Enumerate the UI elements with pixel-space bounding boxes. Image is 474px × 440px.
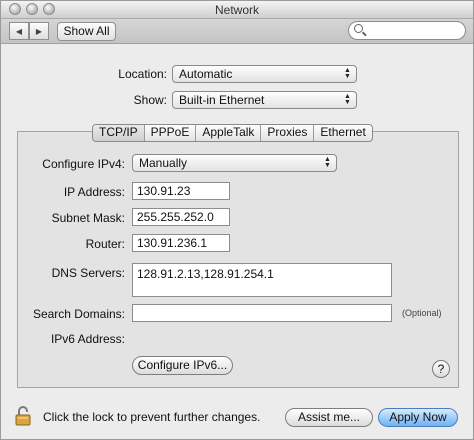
ip-address-field[interactable]: 130.91.23 [132, 182, 230, 200]
toolbar: ◀ ▶ Show All [1, 19, 473, 44]
search-field[interactable] [348, 21, 466, 40]
location-value: Automatic [179, 67, 233, 81]
configure-ipv6-button[interactable]: Configure IPv6... [132, 356, 233, 375]
subnet-mask-label: Subnet Mask: [51, 211, 125, 225]
assist-me-button[interactable]: Assist me... [285, 408, 373, 427]
show-value: Built-in Ethernet [179, 93, 265, 107]
location-popup[interactable]: Automatic ▲ ▼ [172, 65, 357, 83]
router-label: Router: [85, 237, 125, 251]
network-window: Network ◀ ▶ Show All Location: Automatic… [0, 0, 474, 440]
ip-address-label: IP Address: [63, 185, 125, 199]
tab-appletalk[interactable]: AppleTalk [196, 125, 262, 141]
tab-proxies[interactable]: Proxies [261, 125, 315, 141]
configure-ipv4-label: Configure IPv4: [42, 157, 125, 171]
show-label: Show: [133, 93, 167, 107]
search-domains-optional-hint: (Optional) [402, 308, 442, 318]
forward-arrow-icon: ▶ [35, 27, 43, 36]
configure-ipv4-popup[interactable]: Manually ▲ ▼ [132, 154, 337, 172]
help-icon: ? [437, 362, 445, 376]
back-button[interactable]: ◀ [9, 22, 29, 40]
dns-servers-label: DNS Servers: [51, 266, 125, 280]
tab-bar: TCP/IP PPPoE AppleTalk Proxies Ethernet [92, 124, 373, 142]
forward-button[interactable]: ▶ [29, 22, 49, 40]
tab-pppoe[interactable]: PPPoE [145, 125, 197, 141]
search-icon [354, 24, 363, 33]
title-bar: Network [1, 1, 473, 19]
location-label: Location: [118, 67, 167, 81]
lock-message: Click the lock to prevent further change… [43, 410, 261, 424]
show-all-button[interactable]: Show All [57, 22, 116, 41]
dns-servers-value: 128.91.2.13,128.91.254.1 [137, 267, 274, 281]
router-field[interactable]: 130.91.236.1 [132, 234, 230, 252]
tab-tcpip[interactable]: TCP/IP [93, 125, 145, 141]
popup-arrows-icon: ▲ ▼ [344, 93, 351, 106]
show-popup[interactable]: Built-in Ethernet ▲ ▼ [172, 91, 357, 109]
subnet-mask-value: 255.255.252.0 [137, 210, 214, 224]
search-domains-field[interactable] [132, 304, 392, 322]
router-value: 130.91.236.1 [137, 236, 208, 250]
apply-now-button[interactable]: Apply Now [378, 408, 458, 427]
back-arrow-icon: ◀ [15, 27, 23, 36]
ip-address-value: 130.91.23 [137, 184, 191, 198]
popup-arrows-icon: ▲ ▼ [344, 67, 351, 80]
subnet-mask-field[interactable]: 255.255.252.0 [132, 208, 230, 226]
lock-icon[interactable] [15, 406, 31, 426]
configure-ipv4-value: Manually [139, 156, 188, 170]
ipv6-address-label: IPv6 Address: [50, 332, 125, 346]
popup-arrows-icon: ▲ ▼ [324, 156, 331, 169]
dns-servers-field[interactable]: 128.91.2.13,128.91.254.1 [132, 263, 392, 297]
window-title: Network [214, 3, 259, 17]
help-button[interactable]: ? [432, 360, 450, 378]
search-domains-label: Search Domains: [32, 307, 125, 321]
tab-ethernet[interactable]: Ethernet [314, 125, 371, 141]
